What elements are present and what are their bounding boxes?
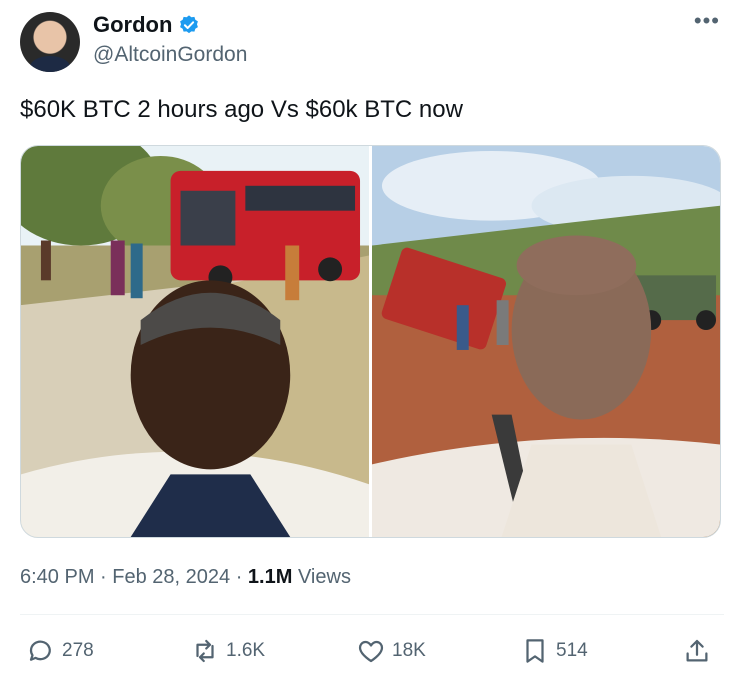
author-name[interactable]: Gordon: [93, 12, 172, 38]
tweet-time[interactable]: 6:40 PM: [20, 566, 94, 588]
tweet-text: $60K BTC 2 hours ago Vs $60k BTC now: [20, 96, 463, 123]
photo-left-image: [21, 146, 369, 537]
like-button[interactable]: 18K: [356, 636, 426, 666]
tweet-meta: 6:40 PM · Feb 28, 2024 · 1.1M Views: [20, 566, 351, 589]
more-options-icon[interactable]: •••: [694, 10, 720, 32]
verified-badge-icon: [180, 15, 199, 34]
views-count: 1.1M: [247, 566, 293, 588]
media-grid: [20, 145, 721, 538]
bookmark-count: 514: [556, 640, 588, 661]
reply-button[interactable]: 278: [26, 636, 94, 666]
tweet-date[interactable]: Feb 28, 2024: [112, 566, 230, 588]
share-icon: [686, 639, 708, 662]
views-label: Views: [297, 566, 351, 588]
heart-icon: [358, 640, 384, 663]
repost-count: 1.6K: [226, 640, 266, 661]
bookmark-icon: [526, 639, 544, 663]
bookmark-button[interactable]: 514: [520, 636, 588, 666]
reply-icon: [29, 640, 51, 661]
repost-icon: [196, 639, 214, 663]
like-count: 18K: [392, 640, 426, 661]
meta-separator: ·: [235, 566, 248, 588]
photo-right-image: [372, 146, 720, 537]
author-name-row: Gordon: [93, 12, 200, 38]
meta-separator: ·: [100, 566, 113, 588]
share-button[interactable]: [682, 636, 712, 666]
photo-left[interactable]: [21, 146, 369, 537]
repost-button[interactable]: 1.6K: [190, 636, 265, 666]
author-avatar[interactable]: [20, 12, 80, 72]
divider: [20, 614, 724, 615]
action-bar: 278 1.6K 18K 514: [20, 636, 724, 672]
author-handle[interactable]: @AltcoinGordon: [93, 43, 247, 67]
reply-count: 278: [62, 640, 94, 661]
photo-right[interactable]: [372, 146, 720, 537]
